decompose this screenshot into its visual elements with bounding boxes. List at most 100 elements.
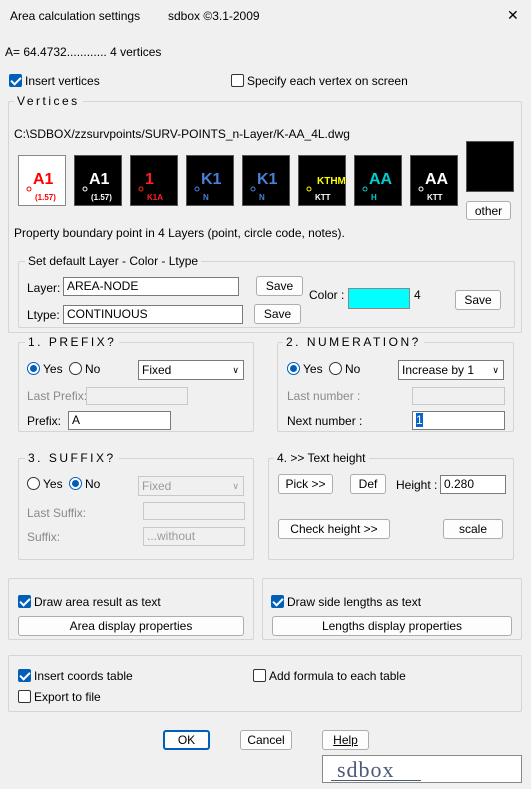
ltype-save-button[interactable]: Save bbox=[254, 304, 301, 324]
numeration-mode-value: Increase by 1 bbox=[402, 363, 475, 377]
next-number-input[interactable]: 1 bbox=[412, 411, 505, 430]
suffix-no-label: No bbox=[85, 477, 101, 491]
vertex-thumbnail-sub-text: K1A bbox=[147, 193, 163, 202]
vertex-thumbnail-main-text: K1 bbox=[257, 171, 278, 188]
scale-button[interactable]: scale bbox=[443, 519, 503, 539]
color-index: 4 bbox=[414, 288, 421, 302]
ltype-label: Ltype: bbox=[27, 308, 60, 322]
vertices-group-title: Vertices bbox=[14, 94, 83, 108]
prefix-no-radio[interactable] bbox=[69, 362, 82, 375]
last-number-label: Last number : bbox=[287, 389, 361, 403]
vertex-symbol-icon: A1 (1.57) bbox=[82, 171, 112, 202]
vertex-symbol-icon: A1 (1.57) bbox=[26, 171, 56, 202]
last-number-field bbox=[412, 387, 505, 405]
export-file-label: Export to file bbox=[34, 690, 101, 704]
vertex-thumbnail[interactable]: A1 (1.57) bbox=[18, 155, 66, 206]
vertex-thumbnail[interactable]: AA KTT bbox=[410, 155, 458, 206]
default-height-button[interactable]: Def bbox=[350, 474, 386, 494]
suffix-yes-label: Yes bbox=[43, 477, 63, 491]
vertex-point-icon bbox=[306, 186, 312, 192]
color-save-button[interactable]: Save bbox=[455, 290, 501, 310]
vertex-point-icon bbox=[194, 186, 200, 192]
numeration-group-title: 2. NUMERATION? bbox=[283, 335, 424, 349]
vertex-thumbnail-other[interactable] bbox=[466, 141, 514, 192]
add-formula-label: Add formula to each table bbox=[269, 669, 406, 683]
prefix-input[interactable]: A bbox=[68, 411, 171, 430]
vertex-symbol-icon: AA KTT bbox=[418, 171, 449, 202]
layer-label: Layer: bbox=[27, 281, 61, 295]
vertex-point-icon bbox=[26, 186, 32, 192]
vertex-thumbnail-main-text: AA bbox=[425, 171, 449, 188]
other-button[interactable]: other bbox=[466, 201, 511, 220]
vertex-thumbnail[interactable]: K1 N bbox=[242, 155, 290, 206]
close-icon[interactable]: ✕ bbox=[507, 7, 519, 24]
vertex-symbol-icon: AA H bbox=[362, 171, 393, 202]
area-display-properties-button[interactable]: Area display properties bbox=[18, 616, 244, 636]
suffix-label: Suffix: bbox=[27, 530, 61, 544]
ok-button[interactable]: OK bbox=[163, 730, 210, 750]
vertex-thumbnail-main-text: K1 bbox=[201, 171, 222, 188]
chevron-down-icon: ∨ bbox=[232, 481, 239, 491]
vertex-thumbnail-main-text: 1 bbox=[145, 171, 154, 188]
draw-area-checkbox[interactable] bbox=[18, 595, 31, 608]
cancel-button[interactable]: Cancel bbox=[240, 730, 292, 750]
color-swatch[interactable] bbox=[348, 288, 410, 309]
insert-vertices-checkbox[interactable] bbox=[9, 74, 22, 87]
vertex-thumbnail-main-text: A1 bbox=[89, 171, 110, 188]
title-bar[interactable]: Area calculation settings sdbox ©3.1-200… bbox=[0, 0, 531, 32]
prefix-yes-radio[interactable] bbox=[27, 362, 40, 375]
last-prefix-field bbox=[86, 387, 188, 405]
numeration-no-radio[interactable] bbox=[329, 362, 342, 375]
help-button[interactable]: Help bbox=[322, 730, 369, 750]
prefix-mode-select[interactable]: Fixed ∨ bbox=[138, 360, 244, 380]
vertex-thumbnail[interactable]: K1 N bbox=[186, 155, 234, 206]
vertex-symbol-icon: K1 N bbox=[250, 171, 278, 202]
ltype-input[interactable]: CONTINUOUS bbox=[63, 305, 243, 324]
vertex-symbol-icon: K1 N bbox=[194, 171, 222, 202]
draw-lengths-checkbox[interactable] bbox=[271, 595, 284, 608]
vertex-thumbnail-sub-text: H bbox=[371, 193, 377, 202]
layer-input[interactable]: AREA-NODE bbox=[63, 277, 239, 296]
draw-lengths-label: Draw side lengths as text bbox=[287, 595, 422, 609]
vertex-point-icon bbox=[418, 186, 424, 192]
numeration-yes-radio[interactable] bbox=[287, 362, 300, 375]
vertex-symbol-icon: KTHM KTT bbox=[306, 176, 345, 202]
prefix-group-title: 1. PREFIX? bbox=[25, 335, 120, 349]
numeration-mode-select[interactable]: Increase by 1 ∨ bbox=[398, 360, 504, 380]
last-suffix-field bbox=[143, 502, 245, 520]
pick-height-button[interactable]: Pick >> bbox=[278, 474, 333, 494]
last-suffix-label: Last Suffix: bbox=[27, 506, 87, 520]
lengths-display-properties-button[interactable]: Lengths display properties bbox=[272, 616, 512, 636]
specify-vertex-checkbox[interactable] bbox=[231, 74, 244, 87]
color-label: Color : bbox=[309, 288, 345, 302]
vertex-thumbnail[interactable]: KTHM KTT bbox=[298, 155, 346, 206]
vertex-thumbnail[interactable]: A1 (1.57) bbox=[74, 155, 122, 206]
height-input[interactable]: 0.280 bbox=[440, 475, 506, 494]
last-prefix-label: Last Prefix: bbox=[27, 389, 88, 403]
vertex-thumbnail-sub-text: KTT bbox=[315, 193, 331, 202]
suffix-yes-radio[interactable] bbox=[27, 477, 40, 490]
suffix-field: ...without bbox=[143, 527, 245, 546]
sdbox-logo: sdbox bbox=[322, 755, 522, 783]
numeration-yes-label: Yes bbox=[303, 362, 323, 376]
logo-underline bbox=[331, 780, 421, 781]
export-file-checkbox[interactable] bbox=[18, 690, 31, 703]
add-formula-checkbox[interactable] bbox=[253, 669, 266, 682]
suffix-no-radio[interactable] bbox=[69, 477, 82, 490]
layer-save-button[interactable]: Save bbox=[256, 276, 303, 296]
height-label: Height : bbox=[396, 478, 438, 492]
chevron-down-icon: ∨ bbox=[492, 365, 499, 375]
vertex-thumbnail[interactable]: 1 K1A bbox=[130, 155, 178, 206]
insert-coords-checkbox[interactable] bbox=[18, 669, 31, 682]
vertex-point-icon bbox=[250, 186, 256, 192]
vertex-thumbnail-sub-text: KTT bbox=[427, 193, 443, 202]
specify-vertex-label: Specify each vertex on screen bbox=[247, 74, 408, 88]
window-subtitle: sdbox ©3.1-2009 bbox=[168, 9, 260, 23]
vertex-thumbnail-sub-text: (1.57) bbox=[91, 193, 112, 202]
vertex-thumbnail-sub-text: N bbox=[259, 193, 265, 202]
vertex-thumbnail[interactable]: AA H bbox=[354, 155, 402, 206]
check-height-button[interactable]: Check height >> bbox=[278, 519, 390, 539]
prefix-label: Prefix: bbox=[27, 414, 62, 428]
insert-coords-label: Insert coords table bbox=[34, 669, 133, 683]
vertex-thumbnail-main-text: A1 bbox=[33, 171, 54, 188]
